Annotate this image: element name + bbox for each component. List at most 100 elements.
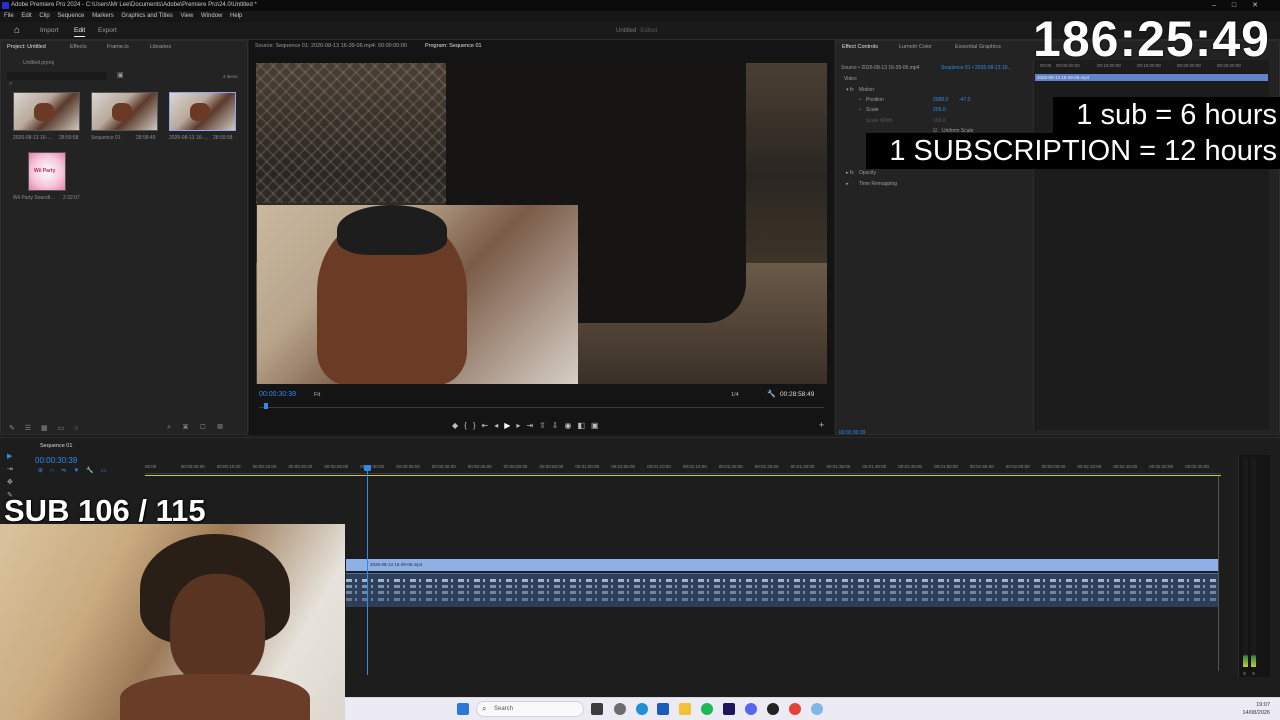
goto-in-icon[interactable]: ⇤ [482,421,495,430]
track-select-icon[interactable]: ⇥ [7,463,13,476]
timeline-playhead[interactable] [364,465,371,675]
video-clip[interactable]: 2026-08-13 16-39-06.mp4 [346,559,1218,571]
monitor-scrubber[interactable] [259,407,824,408]
motion-effect[interactable]: Motion [859,87,874,93]
tab-source[interactable]: Source: Sequence 01: 2026-08-13 16-39-06… [255,43,407,49]
menu-sequence[interactable]: Sequence [57,13,84,19]
position-x-value[interactable]: 2088.0 [933,97,948,103]
task-view-icon[interactable] [591,703,603,715]
tab-sequence[interactable]: Sequence 01 [40,443,72,449]
home-icon[interactable]: ⌂ [14,26,24,36]
discord-icon[interactable] [745,703,757,715]
effect-clip-bar[interactable]: 2026-08-13 16-39-06.mp4 [1035,74,1268,81]
menu-graphics[interactable]: Graphics and Titles [121,13,172,19]
menu-view[interactable]: View [180,13,193,19]
start-icon[interactable] [457,703,469,715]
project-title: Untitled Edited [616,28,657,34]
monitor-playhead[interactable] [264,403,268,409]
stopwatch-icon[interactable]: ◔ [858,107,861,113]
ruler-tick: 00:01:35:00 [826,464,851,469]
menu-help[interactable]: Help [230,13,242,19]
effect-footer-timecode[interactable]: 00:00:30:39 [839,430,865,436]
tab-import[interactable]: Import [40,27,58,34]
minimize-icon[interactable]: – [1212,2,1232,9]
ripple-tool-icon[interactable]: ✥ [7,476,13,489]
new-bin-icon[interactable]: ▣ [117,71,124,79]
transport-controls[interactable]: ◆{}⇤◂▶▸⇥⇪⇩◉◧▣ [452,421,605,430]
maximize-icon[interactable]: □ [1232,2,1252,9]
time-remap-toggle[interactable]: ▸ [846,181,849,187]
tab-export[interactable]: Export [98,27,117,34]
tab-lumetri[interactable]: Lumetri Color [899,44,932,50]
fit-dropdown[interactable]: Fit [314,392,320,398]
program-timecode[interactable]: 00:00:30:39 [259,391,296,398]
add-button-icon[interactable]: + [819,420,824,430]
tab-effects[interactable]: Effects [70,44,87,50]
menu-markers[interactable]: Markers [92,13,114,19]
timeline-timecode[interactable]: 00:00:30:39 [35,456,77,465]
system-clock[interactable]: 19:07 14/08/2026 [1242,701,1270,717]
mark-out-icon[interactable]: } [473,421,482,430]
export-frame-icon[interactable]: ◉ [565,421,578,430]
menu-file[interactable]: File [4,13,14,19]
compare-icon[interactable]: ◧ [577,421,591,430]
opacity-toggle[interactable]: ▸ fx [846,170,854,176]
premiere-taskbar-icon[interactable] [723,703,735,715]
proxy-icon[interactable]: ▣ [591,421,605,430]
taskbar-search[interactable]: ⌕ Search [476,701,584,717]
timeline-ruler[interactable]: 00:00 00:00:05:00 00:00:10:00 00:00:15:00 00… [145,458,1221,474]
extract-icon[interactable]: ⇩ [552,421,565,430]
tab-frameio[interactable]: Frame.io [107,44,129,50]
app-icon[interactable] [811,703,823,715]
source-clip[interactable]: Source • 2026-08-13 16-39-06.mp4 [841,65,919,71]
menu-edit[interactable]: Edit [21,13,31,19]
lift-icon[interactable]: ⇪ [539,421,552,430]
project-footer-actions[interactable]: ⌕ ▣ ▢ ▤ [167,424,228,432]
timeline-scrollbar[interactable] [1218,476,1223,671]
scale-value[interactable]: 209.0 [933,107,946,113]
tab-project[interactable]: Project: Untitled [7,44,46,50]
tab-effect-controls[interactable]: Effect Controls [842,44,878,50]
tab-program[interactable]: Program: Sequence 01 [425,43,482,49]
stopwatch-icon[interactable]: ◔ [858,97,861,103]
menu-window[interactable]: Window [201,13,222,19]
selection-tool-icon[interactable]: ▶ [7,450,13,463]
marker-icon[interactable]: ◆ [452,421,464,430]
store-icon[interactable] [657,703,669,715]
step-forward-icon[interactable]: ▸ [516,421,526,430]
sequence-thumb[interactable] [91,92,158,131]
sequence-clip[interactable]: Sequence 01 • 2026-08-13 16... [941,65,1012,71]
resolution-dropdown[interactable]: 1/4 [731,392,739,398]
solo-right[interactable]: S [1252,671,1255,676]
close-icon[interactable]: ✕ [1252,2,1274,9]
timeline-toolbar[interactable]: ⊕∩⇋▼🔧▭ [38,467,113,474]
position-y-value[interactable]: -47.0 [959,97,970,103]
settings-icon[interactable] [614,703,626,715]
chrome-icon[interactable] [789,703,801,715]
edge-icon[interactable] [636,703,648,715]
goto-out-icon[interactable]: ⇥ [526,421,539,430]
opacity-effect[interactable]: Opacity [859,170,876,176]
time-remap-effect[interactable]: Time Remapping [859,181,897,187]
wrench-icon[interactable]: 🔧 [767,390,776,398]
ruler-tick: 00:02:20:00 [1149,464,1174,469]
spotify-icon[interactable] [701,703,713,715]
audio-clip[interactable] [346,573,1218,607]
media-thumb-3[interactable] [169,92,236,131]
project-search-input[interactable]: ⌕ [7,72,107,87]
tab-edit[interactable]: Edit [74,27,86,37]
ruler-tick: 00:01:10:00 [647,464,671,469]
tab-libraries[interactable]: Libraries [150,44,171,50]
file-explorer-icon[interactable] [679,703,691,715]
media-thumb-1[interactable] [13,92,80,131]
project-footer-tools[interactable]: ✎ ☰ ▦ ▭ ○ [9,424,82,432]
tab-essential-graphics[interactable]: Essential Graphics [955,44,1001,50]
solo-left[interactable]: S [1243,671,1246,676]
work-area-bar[interactable] [145,475,1221,476]
obs-icon[interactable] [767,703,779,715]
step-back-icon[interactable]: ◂ [494,421,504,430]
menu-clip[interactable]: Clip [39,13,49,19]
mark-in-icon[interactable]: { [464,421,473,430]
audio-thumb[interactable]: Wii Party [28,152,66,191]
play-icon[interactable]: ▶ [504,421,516,430]
